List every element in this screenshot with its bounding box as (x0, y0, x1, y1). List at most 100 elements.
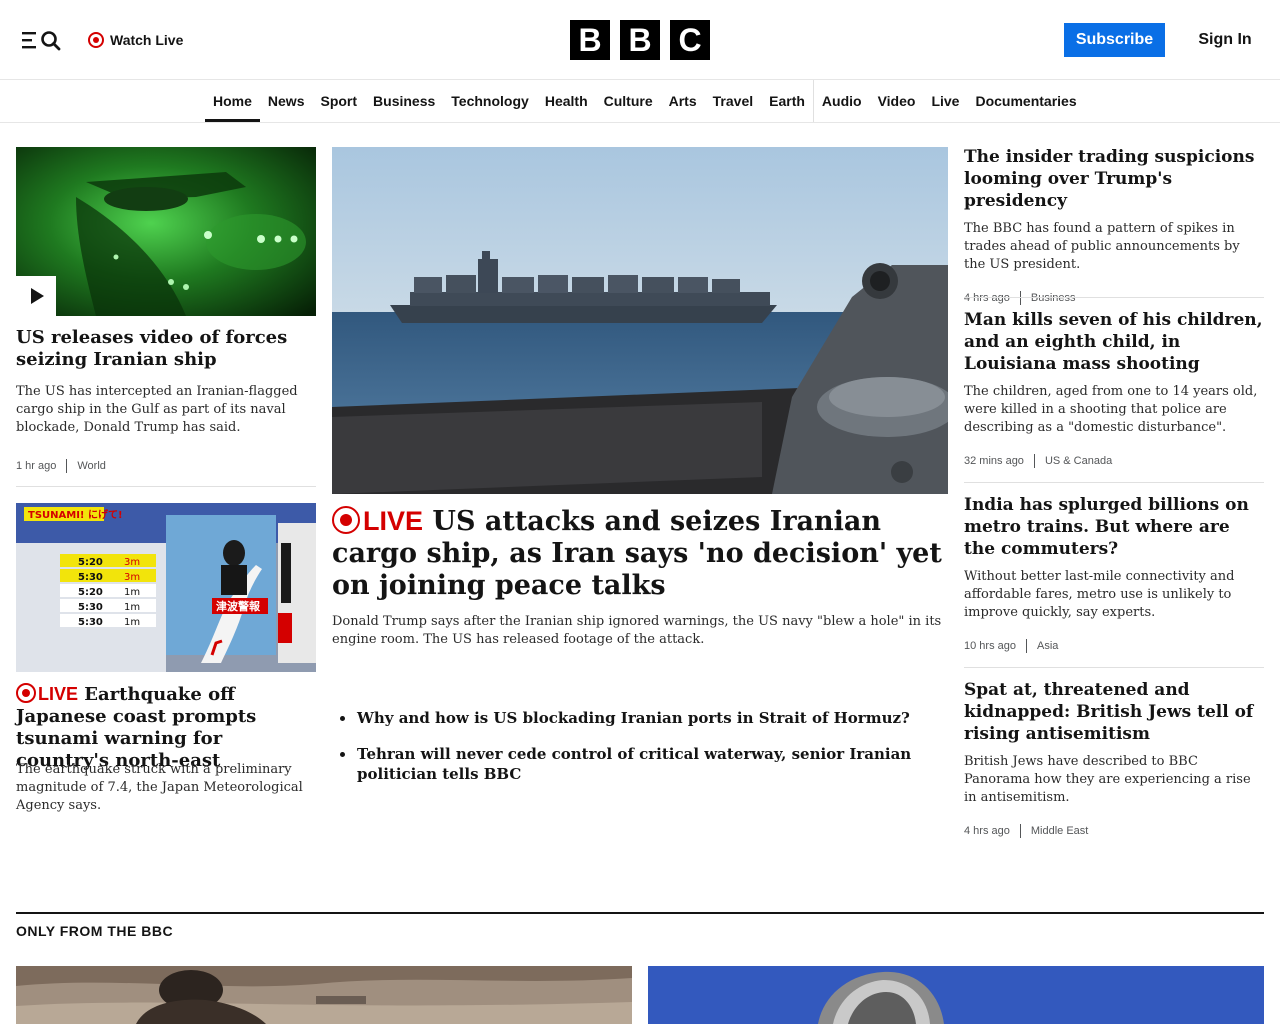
live-dot-icon (88, 32, 104, 48)
nav-item-technology[interactable]: Technology (443, 80, 537, 122)
tv-row-bg (60, 569, 156, 582)
nav-item-culture[interactable]: Culture (596, 80, 661, 122)
night-vision-video-thumbnail[interactable] (16, 147, 316, 316)
story-summary: The US has intercepted an Iranian-flagge… (16, 384, 298, 435)
story-section[interactable]: World (77, 460, 106, 472)
tv-row-time: 5:30 (78, 572, 103, 583)
watch-live-label: Watch Live (110, 32, 184, 48)
tv-row-time: 5:30 (78, 602, 103, 613)
nav-item-documentaries[interactable]: Documentaries (967, 80, 1084, 122)
story-time: 4 hrs ago (964, 292, 1010, 304)
story-summary: The BBC has found a pattern of spikes in… (964, 221, 1240, 272)
nav-item-arts[interactable]: Arts (661, 80, 705, 122)
lead-story-headline[interactable]: LIVE US attacks and seizes Iranian cargo… (332, 505, 948, 602)
right-story-4: Spat at, threatened and kidnapped: Briti… (964, 679, 1264, 839)
sign-in-link[interactable]: Sign In (1192, 28, 1258, 52)
story-headline[interactable]: Spat at, threatened and kidnapped: Briti… (964, 679, 1264, 745)
meta-divider (1019, 824, 1021, 838)
live-icon (16, 683, 36, 703)
story-headline[interactable]: India has splurged billions on metro tra… (964, 494, 1264, 560)
right-story-3: India has splurged billions on metro tra… (964, 494, 1264, 654)
menu-search-icon[interactable] (20, 28, 62, 52)
play-video-button[interactable] (16, 276, 56, 316)
story-summary: The earthquake struck with a preliminary… (16, 762, 303, 813)
mountain-photo (16, 966, 632, 1024)
tv-row-height: 1m (124, 587, 140, 598)
cargo-ship-image (332, 147, 948, 494)
story-divider (964, 482, 1264, 483)
live-label: LIVE (363, 506, 424, 536)
night-vision-image (16, 147, 316, 316)
story-section[interactable]: Asia (1037, 640, 1058, 652)
nav-item-audio[interactable]: Audio (812, 80, 870, 122)
tsunami-banner-text: TSUNAMI! にげて! (28, 508, 123, 521)
meta-divider (1033, 454, 1035, 468)
tv-row-time: 5:20 (78, 557, 103, 568)
tv-row-time: 5:20 (78, 587, 103, 598)
nav-item-travel[interactable]: Travel (705, 80, 761, 122)
related-link[interactable]: Why and how is US blockading Iranian por… (340, 708, 940, 728)
feature-image-left[interactable] (16, 966, 632, 1024)
section-title: ONLY FROM THE BBC (16, 923, 174, 939)
related-links: Why and how is US blockading Iranian por… (340, 708, 940, 800)
section-divider (16, 912, 1264, 914)
top-header: Watch Live B B C Subscribe Sign In (0, 0, 1280, 80)
story-summary: The children, aged from one to 14 years … (964, 384, 1258, 435)
tv-row-bg (60, 584, 156, 597)
logo-letter-b1: B (570, 20, 610, 60)
sculpture-photo (648, 966, 1264, 1024)
story-divider (964, 667, 1264, 668)
story-section[interactable]: US & Canada (1045, 455, 1112, 467)
meta-divider (66, 459, 68, 473)
cargo-ship-hero-image[interactable] (332, 147, 948, 494)
tv-row-height: 3m (124, 572, 140, 583)
warning-label-text: 津波警報 (216, 599, 261, 613)
tv-row-height: 3m (124, 557, 140, 568)
live-label: LIVE (38, 684, 79, 704)
story-time: 32 mins ago (964, 455, 1024, 467)
story-summary: Without better last-mile connectivity an… (964, 569, 1235, 620)
story-divider (16, 486, 316, 487)
nav-item-business[interactable]: Business (365, 80, 443, 122)
tv-row-time: 5:30 (78, 617, 103, 628)
story-time: 1 hr ago (16, 460, 57, 472)
story-divider (964, 297, 1264, 298)
story-meta: 10 hrs ago Asia (964, 638, 1264, 654)
story-time: 4 hrs ago (964, 825, 1010, 837)
feature-image-right[interactable] (648, 966, 1264, 1024)
nav-item-earth[interactable]: Earth (761, 80, 813, 122)
nav-item-home[interactable]: Home (205, 80, 260, 122)
play-icon (31, 288, 44, 304)
story-meta: 4 hrs ago Business (964, 290, 1264, 306)
main-nav: Home News Sport Business Technology Heal… (0, 80, 1280, 123)
nav-item-sport[interactable]: Sport (312, 80, 365, 122)
subscribe-button[interactable]: Subscribe (1064, 23, 1165, 57)
nav-item-live[interactable]: Live (923, 80, 967, 122)
live-icon (332, 505, 360, 534)
related-link[interactable]: Tehran will never cede control of critic… (340, 744, 940, 784)
meta-divider (1019, 291, 1021, 305)
lead-story-headline-text: US attacks and seizes Iranian cargo ship… (332, 506, 942, 601)
tsunami-tv-graphic: TSUNAMI! にげて! 津波警報 5:20 3m 5:30 3m 5:20 1m 5:3… (16, 503, 316, 672)
watch-live-link[interactable]: Watch Live (88, 30, 183, 50)
logo-letter-b2: B (620, 20, 660, 60)
tsunami-broadcast-image[interactable]: TSUNAMI! にげて! 津波警報 5:20 3m 5:30 3m 5:20 1m 5:3… (16, 503, 316, 672)
tv-row-height: 1m (124, 602, 140, 613)
live-story-headline[interactable]: LIVE Earthquake off Japanese coast promp… (16, 683, 316, 772)
story-headline[interactable]: US releases video of forces seizing Iran… (16, 327, 316, 371)
story-section[interactable]: Middle East (1031, 825, 1088, 837)
nav-list: Home News Sport Business Technology Heal… (205, 80, 1085, 122)
story-headline[interactable]: The insider trading suspicions looming o… (964, 146, 1264, 212)
tv-row-bg (60, 599, 156, 612)
tv-row-bg (60, 614, 156, 627)
story-summary: British Jews have described to BBC Panor… (964, 754, 1251, 805)
right-story-2: Man kills seven of his children, and an … (964, 309, 1264, 469)
nav-item-health[interactable]: Health (537, 80, 596, 122)
nav-item-video[interactable]: Video (870, 80, 924, 122)
meta-divider (1025, 639, 1027, 653)
nav-item-news[interactable]: News (260, 80, 313, 122)
story-headline[interactable]: Man kills seven of his children, and an … (964, 309, 1264, 375)
story-meta: 1 hr ago World (16, 458, 106, 474)
story-section[interactable]: Business (1031, 292, 1076, 304)
bbc-logo[interactable]: B B C (570, 20, 710, 60)
